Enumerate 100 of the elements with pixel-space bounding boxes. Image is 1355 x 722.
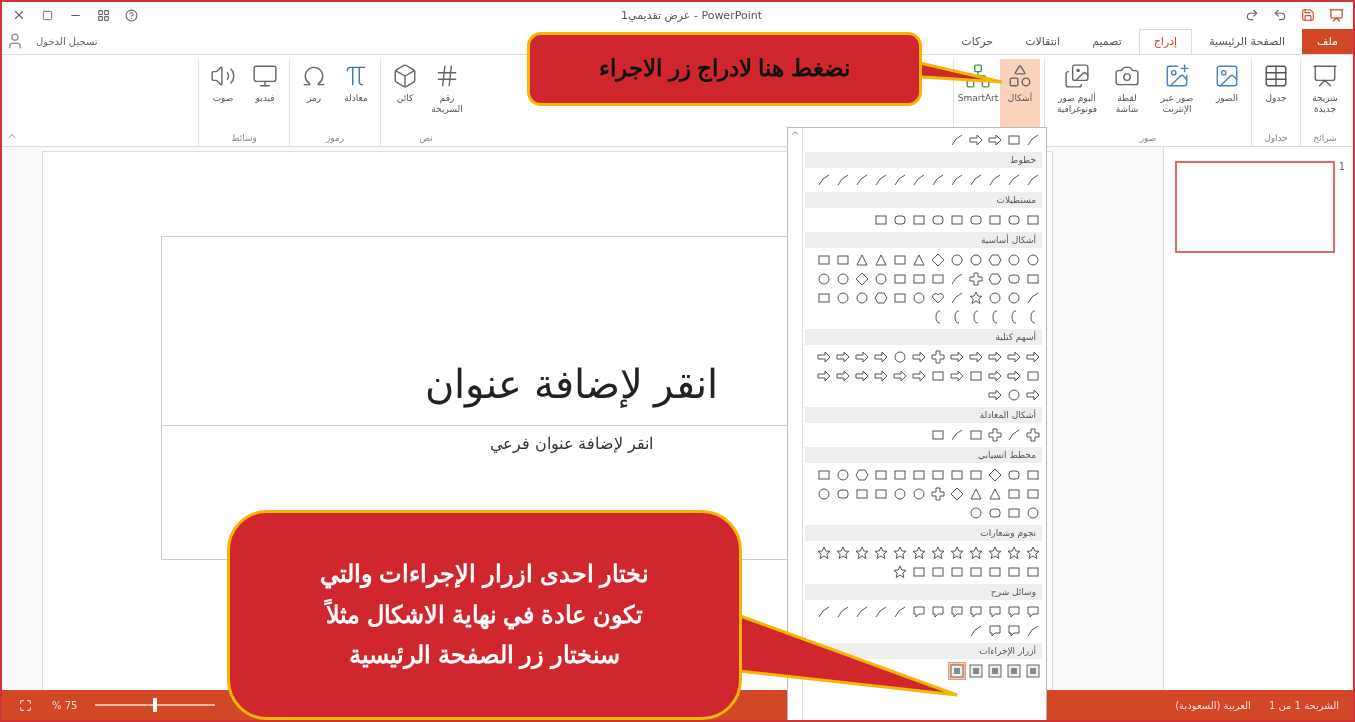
- sign-in-link[interactable]: تسجيل الدخول: [36, 35, 98, 47]
- shape-icon[interactable]: [1005, 544, 1023, 562]
- shape-icon[interactable]: [1024, 544, 1042, 562]
- presentation-icon[interactable]: [1327, 6, 1345, 24]
- group-label: شرائح: [1312, 133, 1338, 145]
- shape-icon[interactable]: [891, 544, 909, 562]
- ribbon-button[interactable]: صوت: [203, 59, 243, 133]
- zoom-thumb[interactable]: [153, 698, 158, 712]
- shape-icon[interactable]: [986, 289, 1004, 307]
- online-icon: [1164, 63, 1190, 89]
- ribbon-button[interactable]: فيديو: [245, 59, 285, 133]
- shape-icon[interactable]: [929, 544, 947, 562]
- shape-icon[interactable]: [929, 348, 947, 366]
- table-icon: [1263, 63, 1289, 89]
- shape-icon[interactable]: [967, 662, 985, 680]
- shape-icon[interactable]: [986, 270, 1004, 288]
- group-label: وسائط: [230, 133, 258, 145]
- shape-icon[interactable]: [815, 485, 833, 503]
- shape-icon[interactable]: [1005, 386, 1023, 404]
- ribbon-button[interactable]: الصور: [1207, 59, 1247, 133]
- group-label: رموز: [324, 133, 346, 145]
- callout-text: نختار احدى ازرار الإجراءات والتي تكون عادة في نهاية الاشكال مثلاً سنختار زر الصفحة الرئيسية: [319, 558, 650, 672]
- shape-icon[interactable]: [910, 289, 928, 307]
- album-icon: [1064, 63, 1090, 89]
- shape-icon[interactable]: [834, 544, 852, 562]
- video-icon: [252, 63, 278, 89]
- ribbon-button[interactable]: ألبوم صور فوتوغرافية: [1049, 59, 1105, 133]
- subtitle-text: انقر لإضافة عنوان فرعي: [490, 434, 653, 455]
- shape-icon[interactable]: [815, 270, 833, 288]
- shape-icon[interactable]: [948, 544, 966, 562]
- shape-icon[interactable]: [967, 504, 985, 522]
- shape-icon[interactable]: [967, 251, 985, 269]
- shape-icon[interactable]: [1024, 662, 1042, 680]
- shape-icon[interactable]: [834, 270, 852, 288]
- ribbon-button[interactable]: SmartArt: [958, 59, 998, 143]
- shape-icon[interactable]: [834, 466, 852, 484]
- help-icon[interactable]: [122, 6, 140, 24]
- shapes-icon: [1007, 63, 1033, 89]
- shape-icon[interactable]: [853, 466, 871, 484]
- slide-number: 1: [1338, 161, 1345, 174]
- picture-icon: [1214, 63, 1240, 89]
- shape-icon[interactable]: [1005, 251, 1023, 269]
- shape-icon[interactable]: [872, 289, 890, 307]
- category-header: أشكال المعادلة: [805, 407, 1042, 423]
- shape-icon[interactable]: [986, 426, 1004, 444]
- shape-icon[interactable]: [948, 485, 966, 503]
- category-header: مخطط انسيابي: [805, 447, 1042, 463]
- category-header: أسهم كتلية: [805, 329, 1042, 345]
- shape-icon[interactable]: [815, 544, 833, 562]
- ribbon-tab[interactable]: إدراج: [1138, 29, 1193, 54]
- shape-icon[interactable]: [1024, 504, 1042, 522]
- shape-icon[interactable]: [929, 251, 947, 269]
- save-icon[interactable]: [1299, 6, 1317, 24]
- shape-icon[interactable]: [967, 544, 985, 562]
- ribbon-button[interactable]: صور عبر الإنترنت: [1149, 59, 1205, 133]
- shape-icon[interactable]: [834, 289, 852, 307]
- shape-icon[interactable]: [891, 563, 909, 581]
- shape-icon[interactable]: [891, 348, 909, 366]
- shape-icon[interactable]: [853, 289, 871, 307]
- shape-icon[interactable]: [986, 466, 1004, 484]
- shape-icon[interactable]: [853, 270, 871, 288]
- shape-icon[interactable]: [986, 251, 1004, 269]
- ribbon-button[interactable]: كائن: [385, 59, 425, 133]
- shape-icon[interactable]: [1005, 662, 1023, 680]
- shape-icon[interactable]: [853, 544, 871, 562]
- category-header: نجوم وشعارات: [805, 525, 1042, 541]
- ribbon-button[interactable]: معادلة: [336, 59, 376, 133]
- ribbon-button[interactable]: رقم الشريحة: [427, 59, 467, 133]
- shape-icon[interactable]: [910, 485, 928, 503]
- zoom-level[interactable]: 75 %: [52, 699, 78, 711]
- shape-icon[interactable]: [986, 544, 1004, 562]
- shape-icon[interactable]: [967, 289, 985, 307]
- scroll-up-icon[interactable]: [790, 128, 800, 138]
- slide-thumbnail[interactable]: [1174, 161, 1335, 253]
- ribbon-button[interactable]: رمز: [294, 59, 334, 133]
- shape-icon[interactable]: [948, 662, 966, 680]
- language-indicator[interactable]: العربية (السعودية): [1175, 699, 1251, 711]
- shape-icon[interactable]: [872, 544, 890, 562]
- category-header: مستطيلات: [805, 192, 1042, 208]
- shape-icon[interactable]: [986, 662, 1004, 680]
- category-header: أشكال أساسية: [805, 232, 1042, 248]
- category-header: خطوط: [805, 152, 1042, 168]
- shape-icon[interactable]: [872, 270, 890, 288]
- group-label: صور: [1138, 133, 1158, 145]
- ribbon-button[interactable]: لقطة شاشة: [1107, 59, 1147, 133]
- shape-icon[interactable]: [1024, 251, 1042, 269]
- slide-counter: الشريحة 1 من 1: [1268, 699, 1339, 711]
- ribbon-button[interactable]: جدول: [1256, 59, 1296, 133]
- shape-icon[interactable]: [1005, 289, 1023, 307]
- shape-icon[interactable]: [967, 270, 985, 288]
- callout-text: نضغط هنا لادراج زر الاجراء: [599, 54, 850, 84]
- shape-icon[interactable]: [891, 485, 909, 503]
- slide-icon: [1312, 63, 1338, 89]
- shape-icon[interactable]: [1024, 426, 1042, 444]
- shape-icon[interactable]: [948, 251, 966, 269]
- ribbon-tab[interactable]: ملف: [1302, 29, 1353, 54]
- shape-icon[interactable]: [910, 544, 928, 562]
- category-header: وسائل شرح: [805, 584, 1042, 600]
- ribbon-button[interactable]: شريحة جديدة: [1305, 59, 1345, 133]
- shape-icon[interactable]: [929, 485, 947, 503]
